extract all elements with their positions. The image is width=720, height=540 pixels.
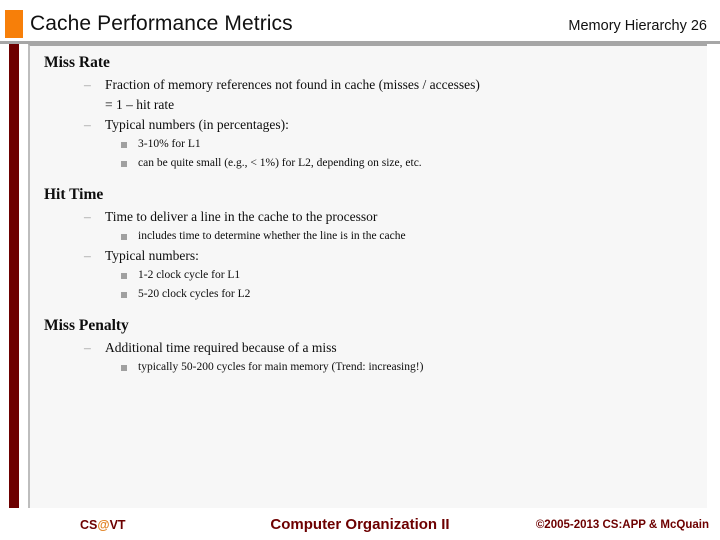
subbullet-label: 1-2 clock cycle for L1 [138, 269, 241, 281]
subbullet-label: 3-10% for L1 [138, 138, 201, 150]
subbullet-hit-time-l1: 1-2 clock cycle for L1 [38, 266, 704, 285]
slide-header: Cache Performance Metrics Memory Hierarc… [0, 0, 720, 44]
square-bullet-icon [121, 234, 127, 240]
bullet-line-2: = 1 – hit rate [105, 97, 175, 112]
bullet-hit-time-deliver: – Time to deliver a line in the cache to… [38, 207, 704, 227]
body-content: Miss Rate – Fraction of memory reference… [38, 52, 704, 377]
content-panel: Miss Rate – Fraction of memory reference… [28, 44, 707, 508]
square-bullet-icon [121, 142, 127, 148]
subbullet-label: can be quite small (e.g., < 1%) for L2, … [138, 157, 422, 169]
square-bullet-icon [121, 292, 127, 298]
title-marker-square [5, 10, 23, 38]
slide: Cache Performance Metrics Memory Hierarc… [0, 0, 720, 540]
footer-copyright: ©2005-2013 CS:APP & McQuain [535, 519, 709, 531]
bullet-miss-rate-typical: – Typical numbers (in percentages): [38, 115, 704, 135]
subbullet-hit-time-determine: includes time to determine whether the l… [38, 227, 704, 246]
section-heading-hit-time: Hit Time [44, 186, 104, 203]
subbullet-miss-rate-l2: can be quite small (e.g., < 1%) for L2, … [38, 154, 704, 173]
subbullet-miss-penalty-cycles: typically 50-200 cycles for main memory … [38, 358, 704, 377]
dash-bullet-icon: – [84, 209, 91, 224]
header-section-label: Memory Hierarchy 26 [568, 18, 707, 34]
slide-footer: CS@VT Computer Organization II ©2005-201… [0, 508, 720, 540]
square-bullet-icon [121, 365, 127, 371]
subbullet-label: typically 50-200 cycles for main memory … [138, 361, 424, 373]
subbullet-miss-rate-l1: 3-10% for L1 [38, 135, 704, 154]
bullet-miss-penalty-additional: – Additional time required because of a … [38, 338, 704, 358]
subbullet-label: includes time to determine whether the l… [138, 230, 406, 242]
bullet-label: Time to deliver a line in the cache to t… [105, 209, 378, 224]
bullet-miss-rate-fraction: – Fraction of memory references not foun… [38, 75, 704, 115]
left-accent-bar [9, 44, 19, 508]
dash-bullet-icon: – [84, 340, 91, 355]
bullet-hit-time-typical: – Typical numbers: [38, 246, 704, 266]
dash-bullet-icon: – [84, 77, 91, 92]
bullet-line-1: Fraction of memory references not found … [105, 77, 480, 92]
bullet-label: Typical numbers (in percentages): [105, 117, 289, 132]
subbullet-label: 5-20 clock cycles for L2 [138, 288, 251, 300]
section-heading-miss-rate: Miss Rate [44, 54, 110, 71]
section-heading-miss-penalty: Miss Penalty [44, 317, 129, 334]
subbullet-hit-time-l2: 5-20 clock cycles for L2 [38, 285, 704, 304]
bullet-label: Additional time required because of a mi… [105, 340, 337, 355]
bullet-label: Typical numbers: [105, 248, 199, 263]
dash-bullet-icon: – [84, 117, 91, 132]
dash-bullet-icon: – [84, 248, 91, 263]
square-bullet-icon [121, 273, 127, 279]
page-title: Cache Performance Metrics [30, 12, 293, 35]
square-bullet-icon [121, 161, 127, 167]
